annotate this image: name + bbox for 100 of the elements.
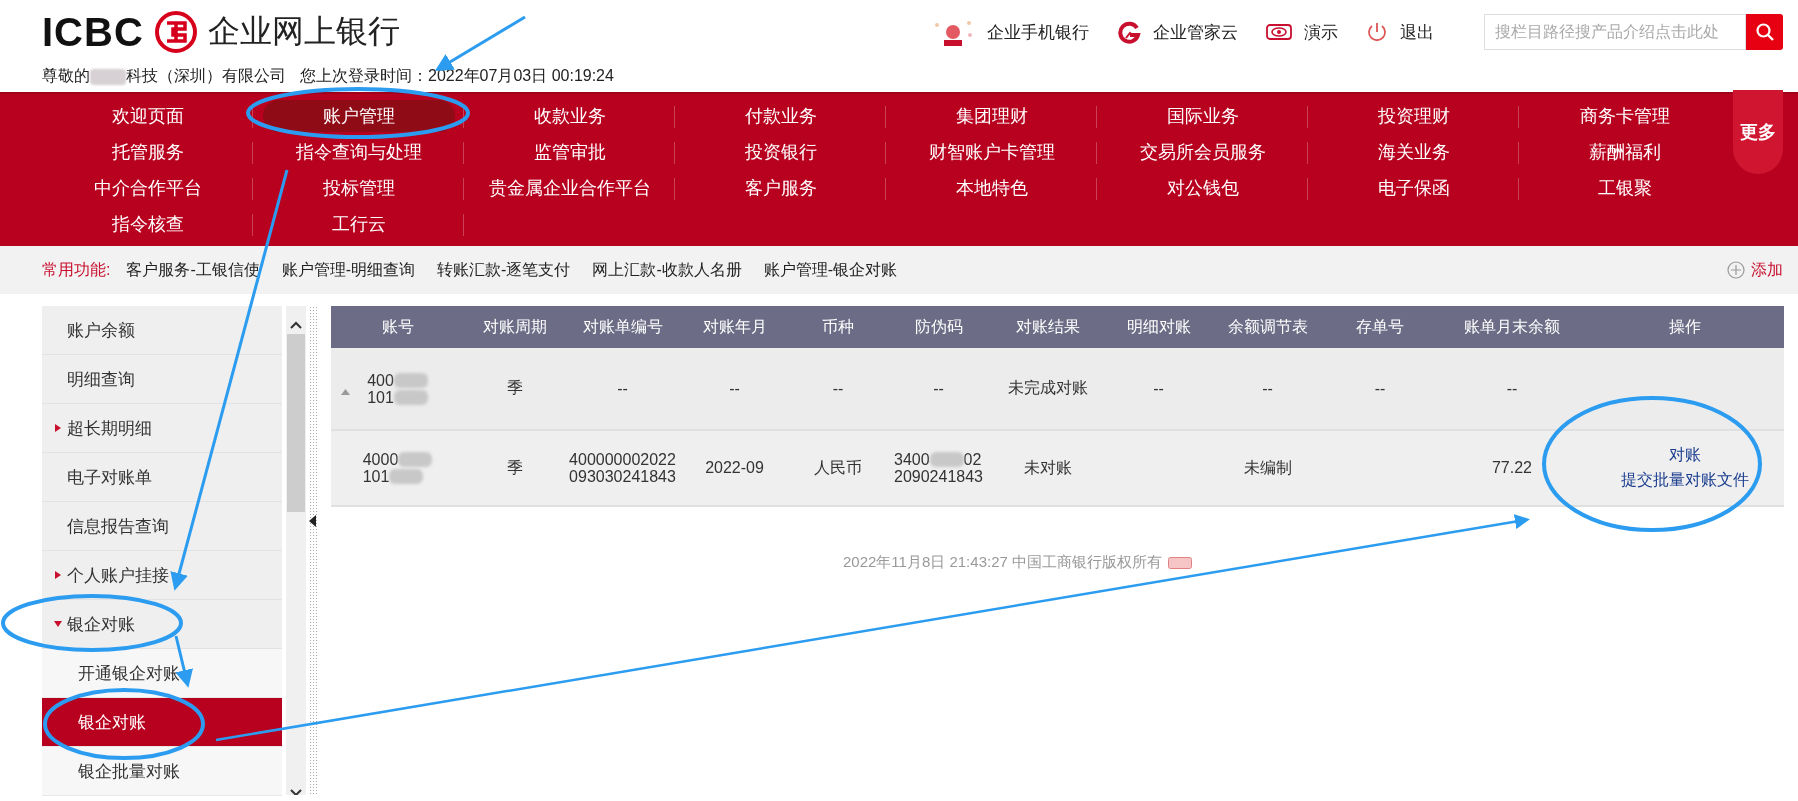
action-link[interactable]: 对账 — [1669, 445, 1701, 466]
column-header: 账号 — [380, 316, 415, 337]
column-header: 币种 — [821, 316, 855, 337]
copyright-text: 2022年11月8日 21:43:27 中国工商银行版权所有 — [843, 553, 1162, 572]
company-name: 科技（深圳）有限公司 — [126, 66, 286, 86]
action-link[interactable]: 提交批量对账文件 — [1621, 470, 1749, 491]
table-cell: 2022-09 — [705, 459, 764, 477]
scrollbar[interactable] — [286, 306, 306, 795]
more-button[interactable]: 更多 — [1733, 90, 1783, 174]
shortcut-link[interactable]: 转账汇款-逐笔支付 — [437, 259, 571, 281]
menu-item[interactable]: 收款业务 — [511, 100, 628, 132]
menu-item[interactable]: 账户管理 — [262, 100, 455, 132]
scroll-up-icon[interactable] — [289, 320, 303, 330]
table-cell: 400000002022 — [569, 451, 676, 468]
table-cell: 02 — [963, 451, 982, 468]
column-header: 余额调节表 — [1226, 316, 1309, 337]
table-cell: 3400 — [894, 451, 930, 468]
greeting-text: 尊敬的 — [42, 66, 90, 86]
table-cell: -- — [1262, 379, 1273, 398]
table-cell: 400 — [367, 371, 394, 389]
sidebar-subitem[interactable]: 银企对账 — [42, 698, 282, 747]
sidebar-item[interactable]: 信息报告查询 — [42, 502, 282, 551]
redacted-area — [398, 452, 433, 467]
scroll-thumb[interactable] — [287, 334, 305, 512]
shortcut-label: 常用功能: — [42, 259, 111, 280]
search-button[interactable] — [1746, 14, 1783, 50]
badge-icon — [1168, 556, 1192, 569]
menu-item[interactable]: 中介合作平台 — [71, 172, 224, 204]
header-link[interactable]: 企业管家云 — [1153, 20, 1238, 44]
shortcut-link[interactable]: 账户管理-银企对账 — [763, 259, 898, 281]
table-cell: 4000 — [362, 451, 399, 468]
search-icon[interactable] — [1754, 22, 1775, 42]
header-link[interactable]: 企业手机银行 — [987, 20, 1089, 44]
bank-emblem-icon — [153, 10, 198, 54]
sidebar-subitem[interactable]: 银企批量对账 — [42, 747, 282, 796]
shortcut-link[interactable]: 账户管理-明细查询 — [281, 259, 416, 281]
table-cell: -- — [617, 379, 628, 398]
menu-item[interactable]: 客户服务 — [722, 172, 839, 204]
table-cell: 093030241843 — [569, 468, 676, 485]
column-header: 存单号 — [1355, 316, 1405, 337]
menu-item[interactable]: 监管审批 — [511, 136, 628, 168]
menu-item[interactable]: 薪酬福利 — [1566, 136, 1683, 168]
menu-item[interactable]: 投资银行 — [722, 136, 839, 168]
menu-item[interactable]: 电子保函 — [1355, 172, 1472, 204]
shortcut-link[interactable]: 客户服务-工银信使 — [126, 259, 260, 281]
menu-item[interactable]: 国际业务 — [1144, 100, 1261, 132]
g-logo-icon[interactable] — [1117, 20, 1141, 44]
redacted-area — [393, 389, 428, 405]
power-icon[interactable] — [1366, 21, 1388, 43]
table-cell: -- — [933, 379, 944, 398]
menu-item[interactable]: 本地特色 — [933, 172, 1050, 204]
menu-item[interactable]: 投资理财 — [1355, 100, 1472, 132]
search-field[interactable]: 搜栏目路径搜产品介绍点击此处 — [1484, 14, 1746, 50]
column-header: 对账年月 — [701, 316, 768, 337]
product-title: 企业网上银行 — [207, 12, 400, 51]
column-header: 操作 — [1668, 316, 1702, 337]
table-cell-text: 未完成对账 — [1007, 378, 1088, 398]
table-cell: -- — [832, 379, 844, 398]
menu-item[interactable]: 商务卡管理 — [1557, 100, 1692, 132]
table-cell-text: 人民币 — [814, 457, 862, 478]
shortcut-link[interactable]: 网上汇款-收款人名册 — [592, 259, 742, 281]
menu-item[interactable]: 对公钱包 — [1144, 172, 1261, 204]
menu-item[interactable]: 工行云 — [309, 208, 408, 240]
add-link[interactable]: 添加 — [1751, 259, 1783, 281]
menu-item[interactable]: 指令查询与处理 — [273, 136, 444, 168]
collapse-left-icon[interactable] — [309, 514, 316, 527]
sidebar-item[interactable]: 电子对账单 — [42, 453, 282, 502]
redacted-area — [393, 372, 428, 388]
menu-item[interactable]: 集团理财 — [933, 100, 1050, 132]
sidebar-item[interactable]: 明细查询 — [42, 355, 282, 404]
sidebar-item[interactable]: 超长期明细 — [42, 404, 282, 453]
menu-item[interactable]: 付款业务 — [722, 100, 839, 132]
scroll-down-icon[interactable] — [289, 789, 303, 795]
table-cell-text: 季 — [507, 457, 523, 478]
menu-item[interactable]: 欢迎页面 — [89, 100, 206, 132]
header-link[interactable]: 演示 — [1304, 20, 1338, 44]
table-cell: 101 — [367, 388, 394, 406]
redacted-area — [929, 452, 964, 467]
menu-item[interactable]: 海关业务 — [1355, 136, 1472, 168]
table-cell: -- — [729, 379, 740, 398]
sidebar-item[interactable]: 个人账户挂接 — [42, 551, 282, 600]
bank-logo-text: ICBC — [42, 9, 144, 55]
menu-item[interactable]: 指令核查 — [89, 208, 206, 240]
redacted-area — [389, 469, 424, 484]
table-cell: 101 — [362, 468, 390, 485]
header-link[interactable]: 退出 — [1400, 20, 1434, 44]
eye-icon[interactable] — [1266, 23, 1292, 41]
column-header: 明细对账 — [1125, 316, 1192, 337]
menu-item[interactable]: 投标管理 — [300, 172, 417, 204]
sidebar-subitem[interactable]: 开通银企对账 — [42, 649, 282, 698]
menu-item[interactable]: 工银聚 — [1575, 172, 1674, 204]
menu-item[interactable]: 财智账户卡管理 — [906, 136, 1077, 168]
menu-item[interactable]: 托管服务 — [89, 136, 206, 168]
menu-item[interactable]: 贵金属企业合作平台 — [466, 172, 673, 204]
column-header: 对账结果 — [1014, 316, 1081, 337]
column-header: 防伪码 — [913, 316, 964, 337]
last-login-label: 您上次登录时间： — [300, 66, 428, 86]
menu-item[interactable]: 交易所会员服务 — [1117, 136, 1288, 168]
sidebar-item[interactable]: 账户余额 — [42, 306, 282, 355]
column-header: 账单月末余额 — [1463, 316, 1561, 337]
